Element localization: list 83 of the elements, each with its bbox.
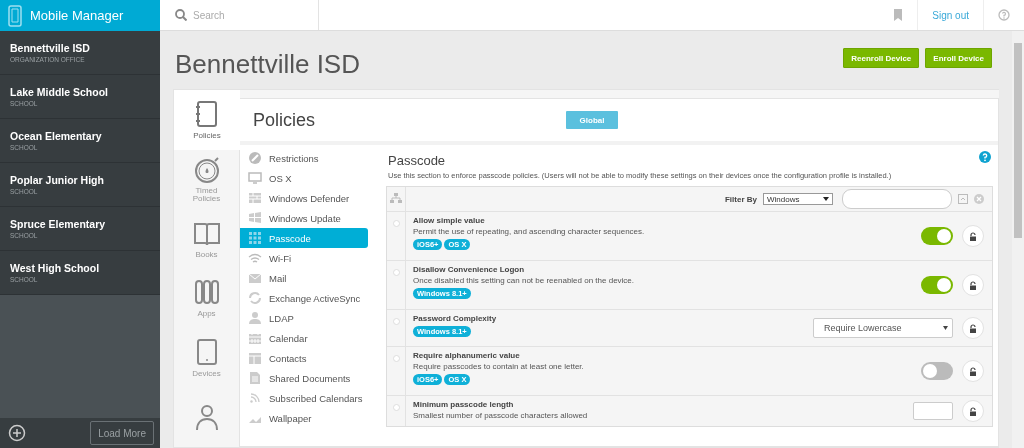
setting-title: Allow simple value	[413, 216, 485, 225]
padlock-icon	[969, 231, 977, 241]
add-icon[interactable]	[8, 424, 26, 442]
policy-menu-item[interactable]: Shared Documents	[240, 368, 368, 388]
load-more-button[interactable]: Load More	[90, 421, 154, 445]
page-title: Bennettville ISD	[175, 49, 360, 79]
help-icon[interactable]	[998, 9, 1010, 21]
policy-menu-item[interactable]: LDAP	[240, 308, 368, 328]
document-icon	[248, 371, 262, 385]
policy-menu-item[interactable]: Calendar	[240, 328, 368, 348]
filter-label: Filter By	[725, 194, 757, 204]
setting-description: Once disabled this setting can not be reenabled on the device.	[413, 276, 635, 285]
rss-icon	[248, 391, 262, 405]
organization-name: Spruce Elementary	[10, 218, 106, 230]
policy-menu-item[interactable]: Subscribed Calendars	[240, 388, 368, 408]
lock-button[interactable]	[962, 225, 984, 247]
lock-button[interactable]	[962, 317, 984, 339]
toggle-switch[interactable]	[921, 362, 953, 380]
setting-title: Disallow Convenience Logon	[413, 265, 525, 274]
phone-icon	[8, 4, 22, 27]
app-title: Mobile Manager	[30, 8, 124, 23]
contacts-icon	[248, 351, 262, 365]
number-field[interactable]	[913, 402, 953, 420]
calendar-icon	[248, 331, 262, 345]
organization-name: Lake Middle School	[10, 86, 109, 98]
organization-name: West High School	[10, 262, 100, 274]
windows-logo-icon	[248, 211, 262, 225]
envelope-icon	[248, 271, 262, 285]
scrollbar[interactable]	[1012, 31, 1024, 448]
policy-menu-item[interactable]: Exchange ActiveSync	[240, 288, 368, 308]
organization-name: Bennettville ISD	[10, 42, 90, 54]
expand-icon[interactable]	[958, 194, 968, 204]
setting-title: Password Complexity	[413, 314, 497, 323]
lock-button[interactable]	[962, 400, 984, 422]
help-icon[interactable]	[979, 151, 991, 163]
policy-menu-item[interactable]: Restrictions	[240, 148, 368, 168]
lock-button[interactable]	[962, 360, 984, 382]
complexity-dropdown[interactable]: Require Lowercase	[813, 318, 953, 338]
padlock-icon	[969, 406, 977, 416]
keypad-icon	[248, 231, 262, 245]
toggle-switch[interactable]	[921, 227, 953, 245]
radio-icon	[392, 355, 400, 362]
setting-title: Minimum passcode length	[413, 400, 514, 409]
bookmark-icon[interactable]	[893, 9, 904, 21]
person-icon	[248, 311, 262, 325]
section-title: Passcode	[388, 153, 447, 168]
wifi-icon	[248, 251, 262, 265]
panel-title: Policies	[253, 109, 317, 131]
search-icon	[175, 9, 187, 21]
caret-icon	[943, 326, 948, 330]
policy-menu-item[interactable]: OS X	[240, 168, 368, 188]
brick-wall-icon	[248, 191, 262, 205]
sync-icon	[248, 291, 262, 305]
radio-icon	[392, 220, 400, 227]
padlock-icon	[969, 280, 977, 290]
toggle-switch[interactable]	[921, 276, 953, 294]
policy-menu-item[interactable]: Contacts	[240, 348, 368, 368]
padlock-icon	[969, 323, 977, 333]
section-tab[interactable]: Policies	[174, 90, 240, 150]
organization-name: Poplar Junior High	[10, 174, 104, 186]
lock-button[interactable]	[962, 274, 984, 296]
radio-icon	[392, 318, 400, 325]
filter-dropdown[interactable]: Windows	[763, 193, 833, 205]
policy-menu-item[interactable]: Mail	[240, 268, 368, 288]
policy-menu-item[interactable]: Wallpaper	[240, 408, 368, 428]
organization-name: Ocean Elementary	[10, 130, 102, 142]
filter-search-field[interactable]	[842, 189, 952, 209]
ban-icon	[248, 151, 262, 165]
radio-icon	[392, 404, 400, 411]
padlock-icon	[969, 366, 977, 376]
setting-description: Require passcodes to contain at least one letter.	[413, 362, 584, 371]
policy-menu-item[interactable]: Windows Defender	[240, 188, 368, 208]
caret-icon	[823, 197, 829, 201]
radio-icon	[392, 269, 400, 276]
setting-title: Require alphanumeric value	[413, 351, 520, 360]
policy-menu-item[interactable]: Wi-Fi	[240, 248, 368, 268]
setting-description: Permit the use of repeating, and ascending character sequences.	[413, 227, 645, 236]
policy-menu-item[interactable]: Windows Update	[240, 208, 368, 228]
hierarchy-icon	[390, 193, 402, 203]
monitor-icon	[248, 171, 262, 185]
stopwatch-icon	[192, 155, 221, 184]
setting-description: Smallest number of passcode characters allowed	[413, 411, 588, 420]
clear-icon[interactable]	[974, 194, 984, 204]
